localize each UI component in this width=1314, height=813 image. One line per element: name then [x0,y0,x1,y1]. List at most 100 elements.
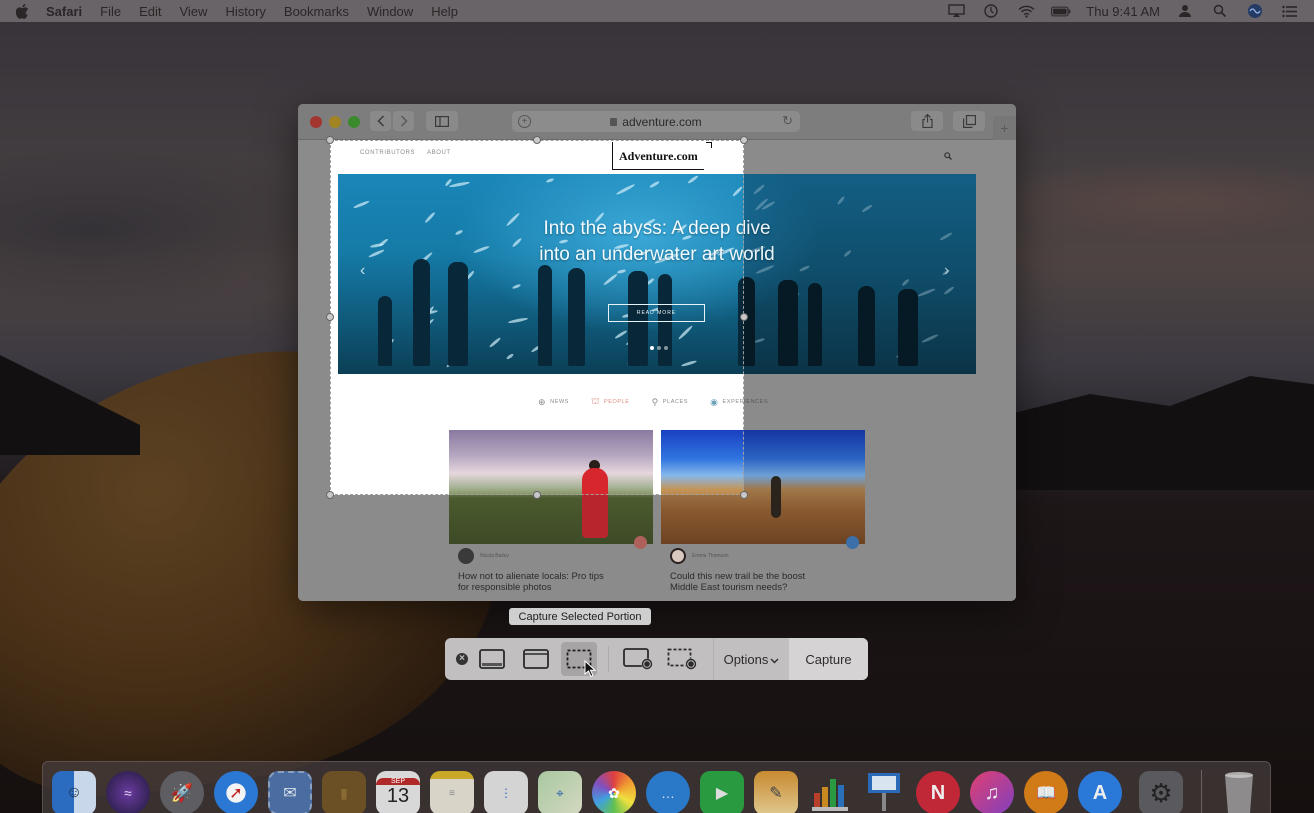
messages-icon: … [661,785,675,801]
close-window-button[interactable] [310,116,322,128]
dock-photos[interactable]: ✿ [592,771,636,813]
user-icon[interactable] [1175,3,1195,19]
selection-handle-top-right[interactable] [740,136,748,144]
dock-books[interactable]: 📖 [1024,771,1068,813]
site-search-icon[interactable] [944,152,952,162]
fish-shape [752,183,766,196]
dock-pages[interactable]: ✎ [754,771,798,813]
record-selected-portion-button[interactable] [664,642,700,676]
record-screen-icon [623,648,653,670]
menu-view[interactable]: View [180,4,208,19]
close-screenshot-toolbar-button[interactable]: × [456,653,468,665]
back-icon [376,115,384,127]
dock-safari[interactable]: ➚ [214,771,258,813]
dock-notes-folder[interactable]: ▮ [322,771,366,813]
menu-help[interactable]: Help [431,4,458,19]
fish-shape [753,337,766,344]
address-bar-url[interactable]: adventure.com [622,115,701,129]
selection-handle-top-left[interactable] [326,136,334,144]
sidebar-button[interactable] [426,111,458,131]
dock-divider [1201,770,1202,813]
headline-line1: Could this new trail be the boost [670,571,806,582]
options-dropdown[interactable]: Options [713,638,789,680]
wifi-icon[interactable] [1016,3,1036,19]
capture-selection-rectangle[interactable] [330,140,744,495]
spotlight-icon[interactable] [1210,3,1230,19]
tabs-overview-button[interactable] [953,111,985,131]
menu-window[interactable]: Window [367,4,413,19]
time-machine-icon[interactable] [981,3,1001,19]
dock-numbers[interactable] [808,771,852,813]
news-icon: N [930,781,946,804]
dock-facetime[interactable]: ▶ [700,771,744,813]
airplay-icon[interactable] [946,3,966,19]
forward-button[interactable] [393,111,414,131]
menu-bookmarks[interactable]: Bookmarks [284,4,349,19]
selection-handle-bottom[interactable] [533,491,541,499]
address-bar[interactable]: + adventure.com ↻ [512,111,800,132]
dock-siri[interactable]: ≈ [106,771,150,813]
fish-shape [921,333,939,344]
article-author: Emma Thomson [670,548,865,564]
add-bookmark-icon[interactable]: + [518,115,531,128]
capture-label: Capture [805,651,852,667]
article-headline[interactable]: Could this new trail be the boost Middle… [670,571,865,593]
dock-mail[interactable]: ✉ [268,771,312,813]
hero-next-arrow-icon[interactable]: › [944,262,949,280]
capture-selected-window-button[interactable] [518,642,554,676]
chevron-down-icon [770,658,779,663]
capture-entire-screen-button[interactable] [474,642,510,676]
siri-icon: ≈ [124,785,132,801]
menu-file[interactable]: File [100,4,121,19]
selection-handle-top[interactable] [533,136,541,144]
category-badge [634,536,647,549]
selection-handle-bottom-left[interactable] [326,491,334,499]
zoom-window-button[interactable] [348,116,360,128]
apple-menu-icon[interactable] [14,3,30,19]
record-entire-screen-button[interactable] [620,642,656,676]
new-tab-button[interactable]: + [993,116,1016,140]
dock-system-preferences[interactable]: ⚙ [1139,771,1183,813]
dock-itunes[interactable]: ♫ [970,771,1014,813]
notification-center-icon[interactable] [1280,3,1300,19]
menu-edit[interactable]: Edit [139,4,161,19]
fish-shape [917,287,936,298]
pages-icon: ✎ [769,785,783,802]
share-button[interactable] [911,111,943,131]
screenshot-toolbar: × Options Capture [445,638,868,680]
dock-notes[interactable]: ≡ [430,771,474,813]
dock-news[interactable]: N [916,771,960,813]
reload-icon[interactable]: ↻ [782,113,793,129]
back-button[interactable] [370,111,391,131]
article-headline[interactable]: How not to alienate locals: Pro tips for… [458,571,653,593]
notes-icon: ≡ [449,787,455,799]
dock-calendar[interactable]: SEP 13 [376,771,420,813]
capture-tooltip: Capture Selected Portion [509,608,651,625]
dock-maps[interactable]: ⌖ [538,771,582,813]
calendar-month: SEP [376,778,420,785]
dock-launchpad[interactable]: 🚀 [160,771,204,813]
menu-safari[interactable]: Safari [46,4,82,19]
siri-icon[interactable] [1245,3,1265,19]
menubar-clock[interactable]: Thu 9:41 AM [1086,4,1160,19]
dock-reminders[interactable]: ⋮ [484,771,528,813]
trash-icon [1225,772,1253,813]
dock-trash[interactable] [1217,771,1261,813]
dock-app-store[interactable]: A [1078,771,1122,813]
selection-handle-right[interactable] [740,313,748,321]
stamp-icon: ✉ [283,785,297,802]
toolbar-separator [608,646,609,672]
battery-icon[interactable] [1051,3,1071,19]
menu-history[interactable]: History [225,4,265,19]
dock-keynote[interactable] [862,771,906,813]
minimize-window-button[interactable] [329,116,341,128]
selection-handle-left[interactable] [326,313,334,321]
dock-finder[interactable]: ☺ [52,771,96,813]
fish-shape [836,195,846,206]
dock-messages[interactable]: … [646,771,690,813]
author-name[interactable]: Emma Thomson [692,553,729,559]
author-name[interactable]: Nicola Bailey [480,553,509,559]
capture-button[interactable]: Capture [789,638,868,680]
thumbnail-hiker [771,476,781,518]
selection-handle-bottom-right[interactable] [740,491,748,499]
